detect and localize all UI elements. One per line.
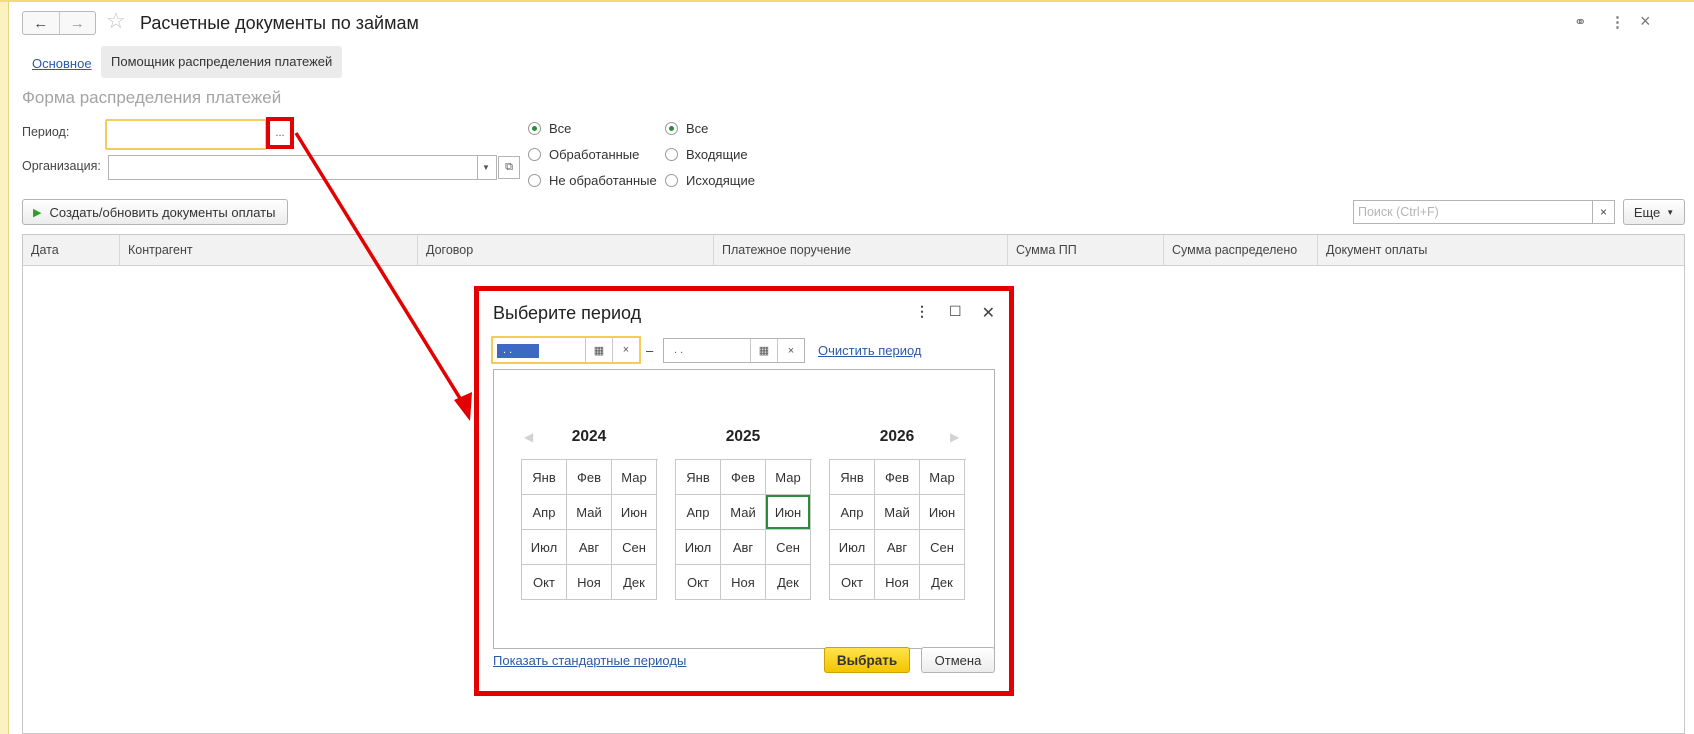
month-cell[interactable]: Май — [875, 495, 920, 530]
month-cell[interactable]: Май — [721, 495, 766, 530]
month-cell[interactable]: Авг — [567, 530, 612, 565]
month-cell[interactable]: Мар — [766, 460, 811, 495]
month-cell[interactable]: Апр — [676, 495, 721, 530]
month-cell[interactable]: Дек — [612, 565, 657, 600]
date-separator: – — [646, 343, 654, 358]
month-cell[interactable]: Янв — [830, 460, 875, 495]
month-calendar: ◀ ▶ 2024 Янв Фев Мар Апр Май Июн Июл Авг… — [493, 369, 995, 649]
dialog-title: Выберите период — [493, 303, 642, 323]
month-cell[interactable]: Авг — [721, 530, 766, 565]
month-cell[interactable]: Авг — [875, 530, 920, 565]
month-cell[interactable]: Сен — [612, 530, 657, 565]
month-cell[interactable]: Июл — [522, 530, 567, 565]
month-cell[interactable]: Фев — [721, 460, 766, 495]
month-cell[interactable]: Ноя — [875, 565, 920, 600]
clear-period-link[interactable]: Очистить период — [818, 343, 922, 358]
close-icon[interactable]: ✕ — [982, 303, 995, 323]
month-cell[interactable]: Май — [567, 495, 612, 530]
month-cell[interactable]: Сен — [920, 530, 965, 565]
clear-end-icon[interactable]: × — [777, 339, 804, 362]
month-cell[interactable]: Окт — [830, 565, 875, 600]
month-cell[interactable]: Дек — [920, 565, 965, 600]
show-standard-periods-link[interactable]: Показать стандартные периоды — [493, 653, 686, 668]
cancel-button[interactable]: Отмена — [921, 647, 995, 673]
month-cell[interactable]: Апр — [830, 495, 875, 530]
month-cell[interactable]: Янв — [522, 460, 567, 495]
calendar-icon[interactable]: ▦ — [750, 339, 777, 362]
period-dialog: Выберите период ⋮ ☐ ✕ . . ▦ × – . . ▦ × … — [474, 286, 1014, 696]
dialog-menu-icon[interactable]: ⋮ — [915, 303, 929, 323]
month-cell[interactable]: Фев — [567, 460, 612, 495]
clear-start-icon[interactable]: × — [612, 338, 639, 362]
month-cell[interactable]: Янв — [676, 460, 721, 495]
month-cell[interactable]: Июн — [612, 495, 657, 530]
start-date-input[interactable]: . . — [493, 338, 585, 362]
year-label-2026: 2026 — [879, 428, 915, 445]
months-grid-2026: Янв Фев Мар Апр Май Июн Июл Авг Сен Окт … — [829, 459, 966, 600]
month-cell[interactable]: Ноя — [721, 565, 766, 600]
maximize-icon[interactable]: ☐ — [949, 303, 962, 323]
month-cell[interactable]: Фев — [875, 460, 920, 495]
month-cell[interactable]: Окт — [676, 565, 721, 600]
end-date-input[interactable]: . . — [664, 339, 750, 362]
year-label-2024: 2024 — [571, 428, 607, 445]
calendar-icon[interactable]: ▦ — [585, 338, 612, 362]
month-cell[interactable]: Июн — [920, 495, 965, 530]
month-cell[interactable]: Сен — [766, 530, 811, 565]
month-cell[interactable]: Мар — [612, 460, 657, 495]
month-cell[interactable]: Июл — [830, 530, 875, 565]
end-date-field[interactable]: . . ▦ × — [663, 338, 805, 363]
year-label-2025: 2025 — [725, 428, 761, 445]
months-grid-2025: Янв Фев Мар Апр Май Июн Июл Авг Сен Окт … — [675, 459, 812, 600]
month-cell[interactable]: Окт — [522, 565, 567, 600]
month-cell[interactable]: Мар — [920, 460, 965, 495]
select-button[interactable]: Выбрать — [824, 647, 910, 673]
month-cell[interactable]: Апр — [522, 495, 567, 530]
month-cell[interactable]: Дек — [766, 565, 811, 600]
start-date-field[interactable]: . . ▦ × — [491, 336, 641, 364]
month-cell[interactable]: Ноя — [567, 565, 612, 600]
month-cell-selected[interactable]: Июн — [766, 495, 811, 530]
months-grid-2024: Янв Фев Мар Апр Май Июн Июл Авг Сен Окт … — [521, 459, 658, 600]
month-cell[interactable]: Июл — [676, 530, 721, 565]
